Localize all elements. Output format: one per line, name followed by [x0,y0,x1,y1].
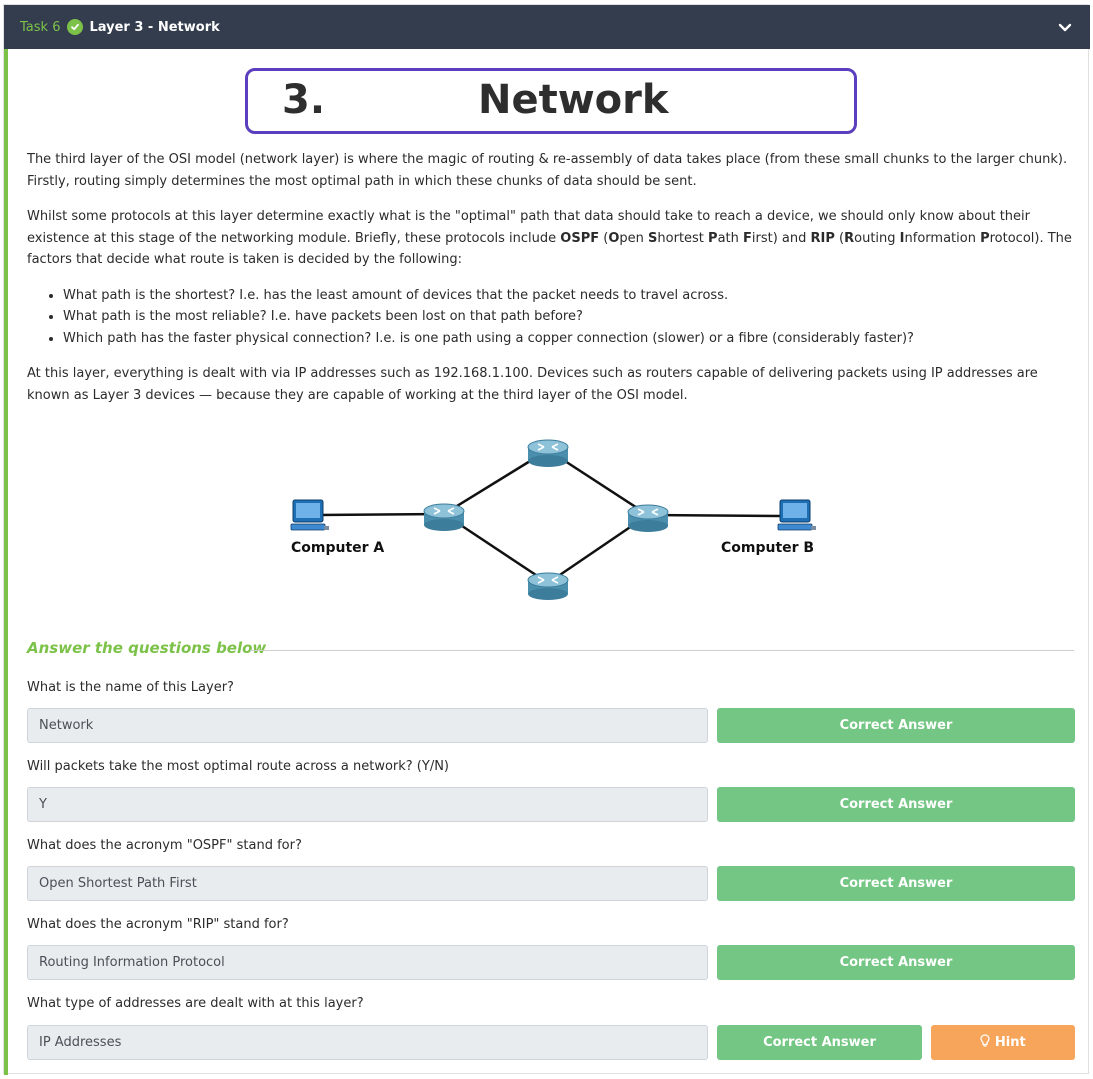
hint-label: Hint [994,1035,1026,1050]
correct-answer-button-3[interactable]: Correct Answer [717,866,1075,901]
banner-title: Network [478,77,669,123]
text-segment: pen [619,230,649,246]
intro-paragraph-1: The third layer of the OSI model (networ… [27,152,1068,189]
question-3: What does the acronym "OSPF" stand for? [27,838,302,853]
computer-icon [777,499,816,531]
answer-field-3[interactable]: Open Shortest Path First [27,866,708,901]
network-diagram: Computer A Computer B [290,439,816,600]
rip-term: RIP [810,230,835,246]
acronym-letter: S [648,230,658,246]
answer-field-2[interactable]: Y [27,787,708,822]
task-content: The third layer of the OSI model (networ… [27,149,1077,420]
answers-heading: Answer the questions below [27,639,267,657]
list-item: What path is the shortest? I.e. has the … [63,285,1077,307]
layer-banner: 3. Network [245,68,857,134]
acronym-letter: F [743,230,752,246]
acronym-letter: P [980,230,990,246]
acronym-letter: P [708,230,718,246]
task-card: Task 6 Layer 3 - Network 3. Network The … [3,4,1090,1075]
question-2: Will packets take the most optimal route… [27,759,449,774]
correct-answer-button-4[interactable]: Correct Answer [717,945,1075,980]
lightbulb-icon [980,1034,990,1047]
banner-number: 3. [282,77,326,123]
text-segment: outing [854,230,900,246]
text-segment: nformation [904,230,981,246]
network-links [317,448,781,585]
router-icon [627,504,669,532]
intro-paragraph-2: Whilst some protocols at this layer dete… [27,206,1077,271]
correct-answer-button-2[interactable]: Correct Answer [717,787,1075,822]
correct-answer-button-1[interactable]: Correct Answer [717,708,1075,743]
answers-divider [250,650,1074,651]
correct-answer-button-5[interactable]: Correct Answer [717,1025,922,1060]
acronym-letter: R [844,230,855,246]
answer-field-4[interactable]: Routing Information Protocol [27,945,708,980]
router-icon [527,572,569,600]
ospf-term: OSPF [560,230,600,246]
list-item: What path is the most reliable? I.e. hav… [63,306,1077,328]
computer-a-label: Computer A [291,540,384,556]
chevron-down-icon[interactable] [1056,18,1074,36]
task-number: Task 6 [20,19,61,35]
question-1: What is the name of this Layer? [27,680,234,695]
check-circle-icon [67,19,84,35]
task-header[interactable]: Task 6 Layer 3 - Network [4,5,1090,49]
answer-field-1[interactable]: Network [27,708,708,743]
router-icon [423,503,465,531]
text-segment: ( [599,230,609,246]
factors-list: What path is the shortest? I.e. has the … [27,285,1077,350]
computer-icon [290,499,329,531]
answer-field-5[interactable]: IP Addresses [27,1025,708,1060]
list-item: Which path has the faster physical conne… [63,328,1077,350]
question-4: What does the acronym "RIP" stand for? [27,917,289,932]
router-icon [527,439,569,467]
text-segment: hortest [657,230,709,246]
acronym-letter: O [608,230,620,246]
text-segment: ath [717,230,744,246]
hint-button[interactable]: Hint [931,1025,1075,1060]
text-segment: ( [834,230,845,246]
task-body: 3. Network The third layer of the OSI mo… [4,49,1090,1075]
task-title: Layer 3 - Network [89,19,220,35]
question-5: What type of addresses are dealt with at… [27,996,364,1011]
text-segment: irst) and [751,230,811,246]
intro-paragraph-3: At this layer, everything is dealt with … [27,366,1038,403]
computer-b-label: Computer B [721,540,814,556]
